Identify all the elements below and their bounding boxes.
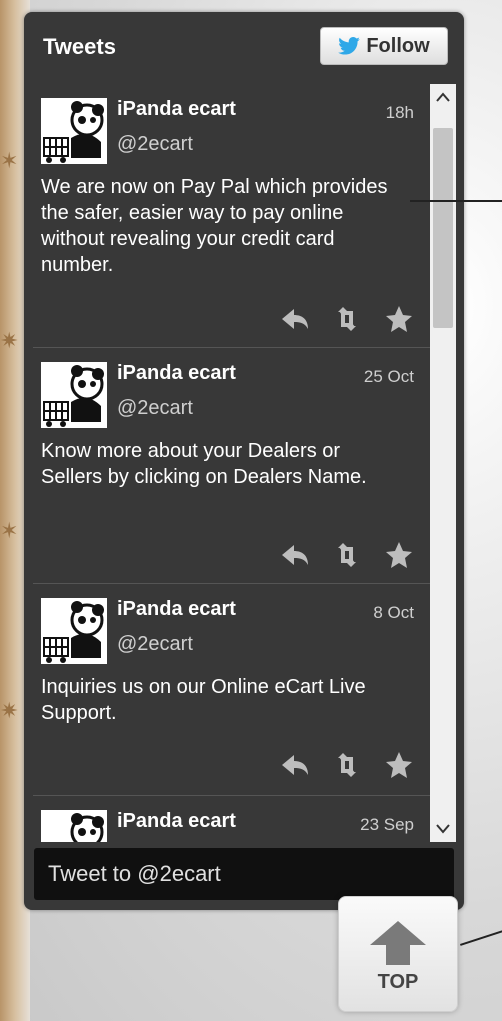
tweet-item[interactable]: iPanda ecart @2ecart 18h We are now on P… bbox=[33, 84, 430, 348]
arrow-up-icon bbox=[370, 921, 426, 965]
tweet-actions bbox=[280, 540, 414, 570]
twitter-bird-icon bbox=[338, 37, 361, 55]
tweet-text: We are now on Pay Pal which provides the… bbox=[41, 176, 388, 276]
tweet-actions bbox=[280, 304, 414, 334]
favorite-icon[interactable] bbox=[384, 540, 414, 570]
tweet-text: Know more about your Dealers or Sellers … bbox=[41, 440, 367, 488]
back-to-top-button[interactable]: TOP bbox=[338, 896, 458, 1012]
panda-avatar-icon bbox=[41, 362, 107, 428]
widget-title: Tweets bbox=[43, 34, 116, 59]
timeline-scrollbar[interactable] bbox=[430, 84, 456, 842]
pointer-line bbox=[410, 200, 502, 202]
tweet-date[interactable]: 23 Sep bbox=[360, 815, 414, 835]
scroll-down-icon[interactable] bbox=[430, 816, 456, 842]
tweet-author[interactable]: iPanda ecart bbox=[117, 362, 236, 385]
decoration-star-icon: ✷ bbox=[0, 698, 19, 723]
favorite-icon[interactable] bbox=[384, 750, 414, 780]
tweet-item[interactable]: iPanda ecart @2ecart 25 Oct Know more ab… bbox=[33, 348, 430, 584]
panda-avatar-icon bbox=[41, 598, 107, 664]
top-label: TOP bbox=[377, 971, 419, 993]
tweet-text: Inquiries us on our Online eCart Live Su… bbox=[41, 676, 366, 724]
tweet-date[interactable]: 25 Oct bbox=[364, 367, 414, 387]
decoration-star-icon: ✷ bbox=[0, 328, 19, 353]
favorite-icon[interactable] bbox=[384, 304, 414, 334]
tweet-item[interactable]: iPanda ecart @2ecart 8 Oct Inquiries us … bbox=[33, 584, 430, 796]
scrollbar-thumb[interactable] bbox=[433, 128, 453, 328]
retweet-icon[interactable] bbox=[332, 304, 362, 334]
panda-avatar-icon bbox=[41, 98, 107, 164]
decoration-star-icon: ✶ bbox=[0, 148, 19, 173]
tweet-timeline[interactable]: iPanda ecart @2ecart 18h We are now on P… bbox=[33, 84, 430, 842]
scroll-up-icon[interactable] bbox=[430, 84, 456, 110]
follow-button[interactable]: Follow bbox=[320, 27, 448, 65]
tweet-handle[interactable]: @2ecart bbox=[117, 397, 193, 420]
tweet-author[interactable]: iPanda ecart bbox=[117, 98, 236, 121]
tweet-date[interactable]: 18h bbox=[386, 103, 414, 123]
tweet-author[interactable]: iPanda ecart bbox=[117, 598, 236, 621]
tweet-item[interactable]: iPanda ecart 23 Sep bbox=[33, 796, 430, 842]
decoration-star-icon: ✶ bbox=[0, 518, 19, 543]
tweet-handle[interactable]: @2ecart bbox=[117, 633, 193, 656]
tweet-handle[interactable]: @2ecart bbox=[117, 133, 193, 156]
tweet-compose-input[interactable]: Tweet to @2ecart bbox=[34, 848, 454, 900]
reply-icon[interactable] bbox=[280, 750, 310, 780]
reply-icon[interactable] bbox=[280, 304, 310, 334]
widget-header: Tweets Follow bbox=[24, 12, 464, 84]
retweet-icon[interactable] bbox=[332, 750, 362, 780]
scrollbar-track[interactable] bbox=[433, 110, 453, 816]
pointer-line bbox=[460, 930, 502, 946]
reply-icon[interactable] bbox=[280, 540, 310, 570]
follow-label: Follow bbox=[366, 34, 430, 57]
twitter-timeline-widget: Tweets Follow iPanda ecart @2ecart 18h W… bbox=[24, 12, 464, 910]
retweet-icon[interactable] bbox=[332, 540, 362, 570]
tweet-actions bbox=[280, 750, 414, 780]
panda-avatar-icon bbox=[41, 810, 107, 842]
tweet-date[interactable]: 8 Oct bbox=[373, 603, 414, 623]
compose-placeholder: Tweet to @2ecart bbox=[48, 861, 221, 886]
tweet-author[interactable]: iPanda ecart bbox=[117, 810, 236, 833]
